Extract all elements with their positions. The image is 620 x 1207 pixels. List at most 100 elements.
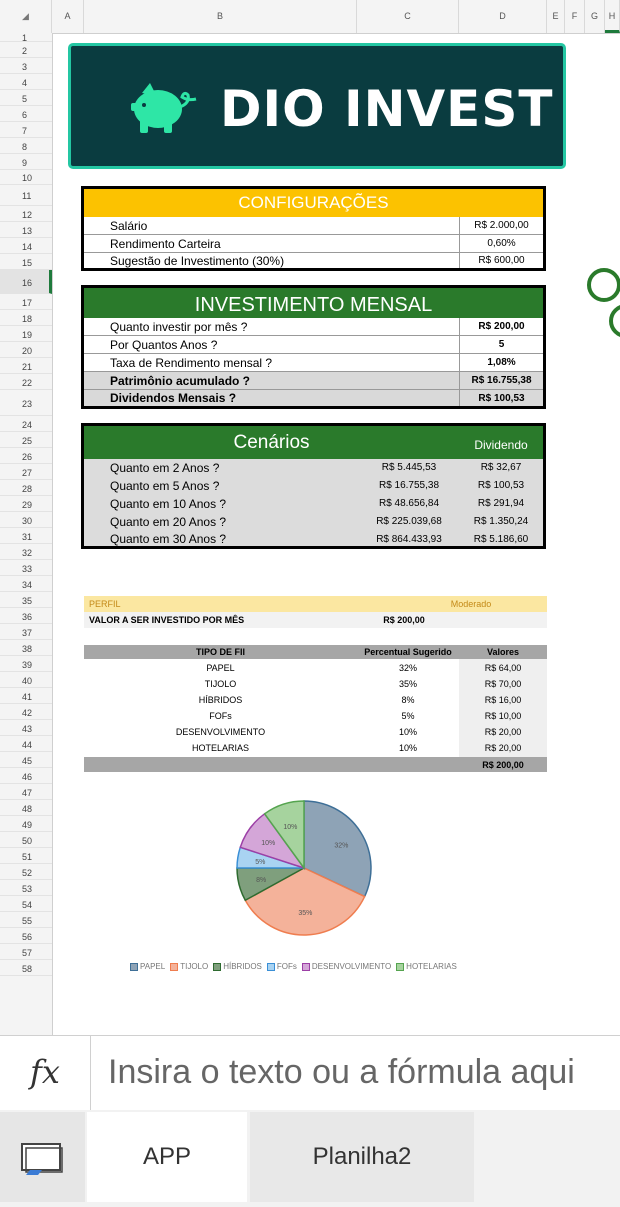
mensal-value[interactable]: 5 xyxy=(459,336,543,354)
row-header-10[interactable]: 10 xyxy=(0,170,52,185)
row-header-11[interactable]: 11 xyxy=(0,185,52,206)
mensal-value[interactable]: R$ 200,00 xyxy=(459,318,543,336)
row-header-6[interactable]: 6 xyxy=(0,106,52,122)
cenario-total[interactable]: R$ 5.445,53 xyxy=(359,459,459,477)
perfil-value[interactable]: Moderado xyxy=(441,596,501,613)
row-header-27[interactable]: 27 xyxy=(0,464,52,480)
fii-pct[interactable]: 5% xyxy=(357,708,459,724)
row-header-14[interactable]: 14 xyxy=(0,238,52,254)
col-header-b[interactable]: B xyxy=(84,0,357,33)
config-value[interactable]: 0,60% xyxy=(459,235,543,253)
col-header-g[interactable]: G xyxy=(585,0,605,33)
row-header-19[interactable]: 19 xyxy=(0,326,52,342)
row-header-48[interactable]: 48 xyxy=(0,800,52,816)
row-header-26[interactable]: 26 xyxy=(0,448,52,464)
cenario-total[interactable]: R$ 864.433,93 xyxy=(359,531,459,548)
row-header-49[interactable]: 49 xyxy=(0,816,52,832)
fii-valor[interactable]: R$ 10,00 xyxy=(459,708,547,724)
cenario-dividendo[interactable]: R$ 100,53 xyxy=(459,477,543,495)
row-header-28[interactable]: 28 xyxy=(0,480,52,496)
row-header-34[interactable]: 34 xyxy=(0,576,52,592)
row-header-13[interactable]: 13 xyxy=(0,222,52,238)
row-header-17[interactable]: 17 xyxy=(0,294,52,310)
row-header-52[interactable]: 52 xyxy=(0,864,52,880)
row-header-43[interactable]: 43 xyxy=(0,720,52,736)
row-header-38[interactable]: 38 xyxy=(0,640,52,656)
row-header-22[interactable]: 22 xyxy=(0,374,52,390)
row-header-56[interactable]: 56 xyxy=(0,928,52,944)
row-header-31[interactable]: 31 xyxy=(0,528,52,544)
row-header-23[interactable]: 23 xyxy=(0,390,52,416)
row-header-12[interactable]: 12 xyxy=(0,206,52,222)
fii-valor[interactable]: R$ 20,00 xyxy=(459,724,547,740)
config-value[interactable]: R$ 600,00 xyxy=(459,253,543,268)
tab-app[interactable]: APP xyxy=(87,1112,247,1202)
row-header-1[interactable]: 1 xyxy=(0,33,52,43)
cenario-dividendo[interactable]: R$ 1.350,24 xyxy=(459,513,543,531)
fii-valor[interactable]: R$ 20,00 xyxy=(459,740,547,756)
row-header-57[interactable]: 57 xyxy=(0,944,52,960)
fii-valor[interactable]: R$ 64,00 xyxy=(459,660,547,676)
config-value[interactable]: R$ 2.000,00 xyxy=(459,217,543,235)
col-header-a[interactable]: A xyxy=(52,0,84,33)
fii-pct[interactable]: 10% xyxy=(357,724,459,740)
row-header-37[interactable]: 37 xyxy=(0,624,52,640)
row-header-7[interactable]: 7 xyxy=(0,122,52,138)
fii-pct[interactable]: 10% xyxy=(357,740,459,756)
cenario-dividendo[interactable]: R$ 291,94 xyxy=(459,495,543,513)
row-header-35[interactable]: 35 xyxy=(0,592,52,608)
fii-pct[interactable]: 35% xyxy=(357,676,459,692)
fii-valor[interactable]: R$ 70,00 xyxy=(459,676,547,692)
col-header-f[interactable]: F xyxy=(565,0,585,33)
row-header-51[interactable]: 51 xyxy=(0,848,52,864)
mensal-value[interactable]: 1,08% xyxy=(459,354,543,372)
cenario-dividendo[interactable]: R$ 32,67 xyxy=(459,459,543,477)
cenario-total[interactable]: R$ 16.755,38 xyxy=(359,477,459,495)
row-header-3[interactable]: 3 xyxy=(0,58,52,74)
row-header-16[interactable]: 16 xyxy=(0,270,52,294)
row-header-25[interactable]: 25 xyxy=(0,432,52,448)
fii-pct[interactable]: 8% xyxy=(357,692,459,708)
cenario-total[interactable]: R$ 48.656,84 xyxy=(359,495,459,513)
select-all-corner[interactable]: ◢ xyxy=(0,0,52,33)
tab-planilha2[interactable]: Planilha2 xyxy=(250,1112,474,1202)
row-header-42[interactable]: 42 xyxy=(0,704,52,720)
row-header-39[interactable]: 39 xyxy=(0,656,52,672)
fii-valor[interactable]: R$ 16,00 xyxy=(459,692,547,708)
cenario-dividendo[interactable]: R$ 5.186,60 xyxy=(459,531,543,548)
row-header-20[interactable]: 20 xyxy=(0,342,52,358)
row-header-5[interactable]: 5 xyxy=(0,90,52,106)
row-header-2[interactable]: 2 xyxy=(0,42,52,58)
row-header-33[interactable]: 33 xyxy=(0,560,52,576)
row-header-54[interactable]: 54 xyxy=(0,896,52,912)
col-header-c[interactable]: C xyxy=(357,0,459,33)
row-header-44[interactable]: 44 xyxy=(0,736,52,752)
row-header-40[interactable]: 40 xyxy=(0,672,52,688)
mensal-value[interactable]: R$ 100,53 xyxy=(459,390,543,406)
row-header-15[interactable]: 15 xyxy=(0,254,52,270)
row-header-50[interactable]: 50 xyxy=(0,832,52,848)
row-header-24[interactable]: 24 xyxy=(0,416,52,432)
row-header-21[interactable]: 21 xyxy=(0,358,52,374)
row-header-8[interactable]: 8 xyxy=(0,138,52,154)
formula-input[interactable]: Insira o texto ou a fórmula aqui xyxy=(108,1035,575,1110)
row-header-55[interactable]: 55 xyxy=(0,912,52,928)
fii-pct[interactable]: 32% xyxy=(357,660,459,676)
row-header-9[interactable]: 9 xyxy=(0,154,52,170)
row-header-58[interactable]: 58 xyxy=(0,960,52,976)
sheet-switcher-button[interactable] xyxy=(0,1112,85,1202)
cenario-total[interactable]: R$ 225.039,68 xyxy=(359,513,459,531)
row-header-18[interactable]: 18 xyxy=(0,310,52,326)
row-header-32[interactable]: 32 xyxy=(0,544,52,560)
row-header-36[interactable]: 36 xyxy=(0,608,52,624)
fii-pie-chart[interactable]: 32% 35% 8% 5% 10% 10% xyxy=(180,795,440,945)
col-header-h[interactable]: H xyxy=(605,0,620,33)
row-header-47[interactable]: 47 xyxy=(0,784,52,800)
fx-icon[interactable]: fx xyxy=(0,1035,91,1110)
row-header-30[interactable]: 30 xyxy=(0,512,52,528)
row-header-46[interactable]: 46 xyxy=(0,768,52,784)
mensal-value[interactable]: R$ 16.755,38 xyxy=(459,372,543,390)
row-header-41[interactable]: 41 xyxy=(0,688,52,704)
col-header-d[interactable]: D xyxy=(459,0,547,33)
row-header-4[interactable]: 4 xyxy=(0,74,52,90)
